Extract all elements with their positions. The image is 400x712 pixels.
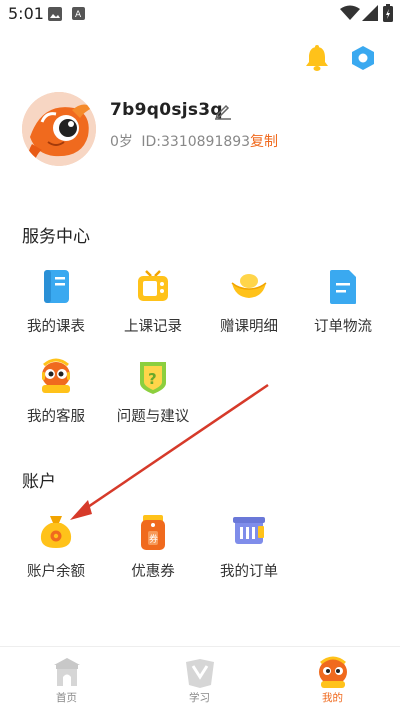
- tv-icon: [138, 270, 168, 301]
- account-item-label: 我的订单: [220, 564, 278, 580]
- wifi-icon: [340, 5, 360, 20]
- bell-icon[interactable]: [304, 44, 330, 72]
- document-icon: [330, 270, 356, 304]
- service-item-feedback[interactable]: ? 问题与建议: [103, 357, 203, 427]
- service-item-schedule[interactable]: 我的课表: [6, 267, 106, 337]
- nav-home[interactable]: 首页: [0, 647, 133, 712]
- service-item-label: 问题与建议: [116, 409, 190, 425]
- account-item-label: 优惠券: [131, 564, 175, 580]
- service-item-customer-service[interactable]: 我的客服: [6, 357, 106, 427]
- schedule-book-icon: [44, 270, 69, 303]
- study-icon: [186, 659, 214, 688]
- svg-text:券: 券: [149, 533, 158, 545]
- copy-id-button[interactable]: 复制: [250, 131, 278, 151]
- svg-text:?: ?: [148, 370, 157, 388]
- user-age: 0岁: [110, 134, 133, 150]
- service-item-label: 赠课明细: [220, 319, 278, 335]
- service-item-order-logistics[interactable]: 订单物流: [293, 267, 393, 337]
- money-bag-icon: [40, 516, 72, 548]
- edit-pencil-icon[interactable]: [214, 102, 232, 120]
- app-notification-icon: A: [72, 7, 85, 20]
- nav-label: 学习: [189, 692, 210, 704]
- cell-signal-icon: [362, 5, 378, 21]
- service-item-class-records[interactable]: 上课记录: [103, 267, 203, 337]
- service-item-label: 上课记录: [124, 319, 182, 335]
- fish-mascot-service-icon: [42, 358, 70, 393]
- nav-label: 我的: [322, 692, 343, 704]
- nav-mine[interactable]: 我的: [266, 647, 399, 712]
- nav-label: 首页: [56, 692, 77, 704]
- fish-profile-icon: [319, 656, 347, 688]
- account-title: 账户: [22, 472, 56, 492]
- username: 7b9q0sjs3q: [110, 100, 223, 120]
- user-id: ID:3310891893: [141, 134, 251, 150]
- service-item-label: 我的课表: [27, 319, 85, 335]
- svg-text:A: A: [75, 10, 82, 20]
- coupon-tag-icon: 券: [141, 515, 165, 550]
- account-item-balance[interactable]: 账户余额: [6, 512, 106, 582]
- image-notification-icon: [48, 7, 62, 21]
- service-center-title: 服务中心: [22, 227, 90, 247]
- avatar[interactable]: [22, 92, 96, 166]
- account-item-my-orders[interactable]: 我的订单: [199, 512, 299, 582]
- question-shield-icon: ?: [140, 362, 166, 394]
- service-item-gift-details[interactable]: 赠课明细: [199, 267, 299, 337]
- bottom-nav: 首页 学习 我的: [0, 646, 400, 712]
- home-gate-icon: [54, 658, 80, 686]
- account-item-label: 账户余额: [27, 564, 85, 580]
- hexagon-settings-icon[interactable]: [350, 44, 376, 72]
- user-info: 0岁 ID:3310891893: [110, 131, 250, 151]
- fish-avatar-icon: [22, 92, 96, 166]
- status-time: 5:01: [8, 4, 44, 23]
- order-list-icon: [233, 517, 265, 544]
- gold-ingot-icon: [231, 274, 267, 298]
- battery-icon: [383, 4, 393, 22]
- nav-study[interactable]: 学习: [133, 647, 266, 712]
- service-item-label: 订单物流: [314, 319, 372, 335]
- account-item-coupons[interactable]: 券 优惠券: [103, 512, 203, 582]
- status-bar: 5:01 A: [0, 0, 400, 28]
- service-item-label: 我的客服: [27, 409, 85, 425]
